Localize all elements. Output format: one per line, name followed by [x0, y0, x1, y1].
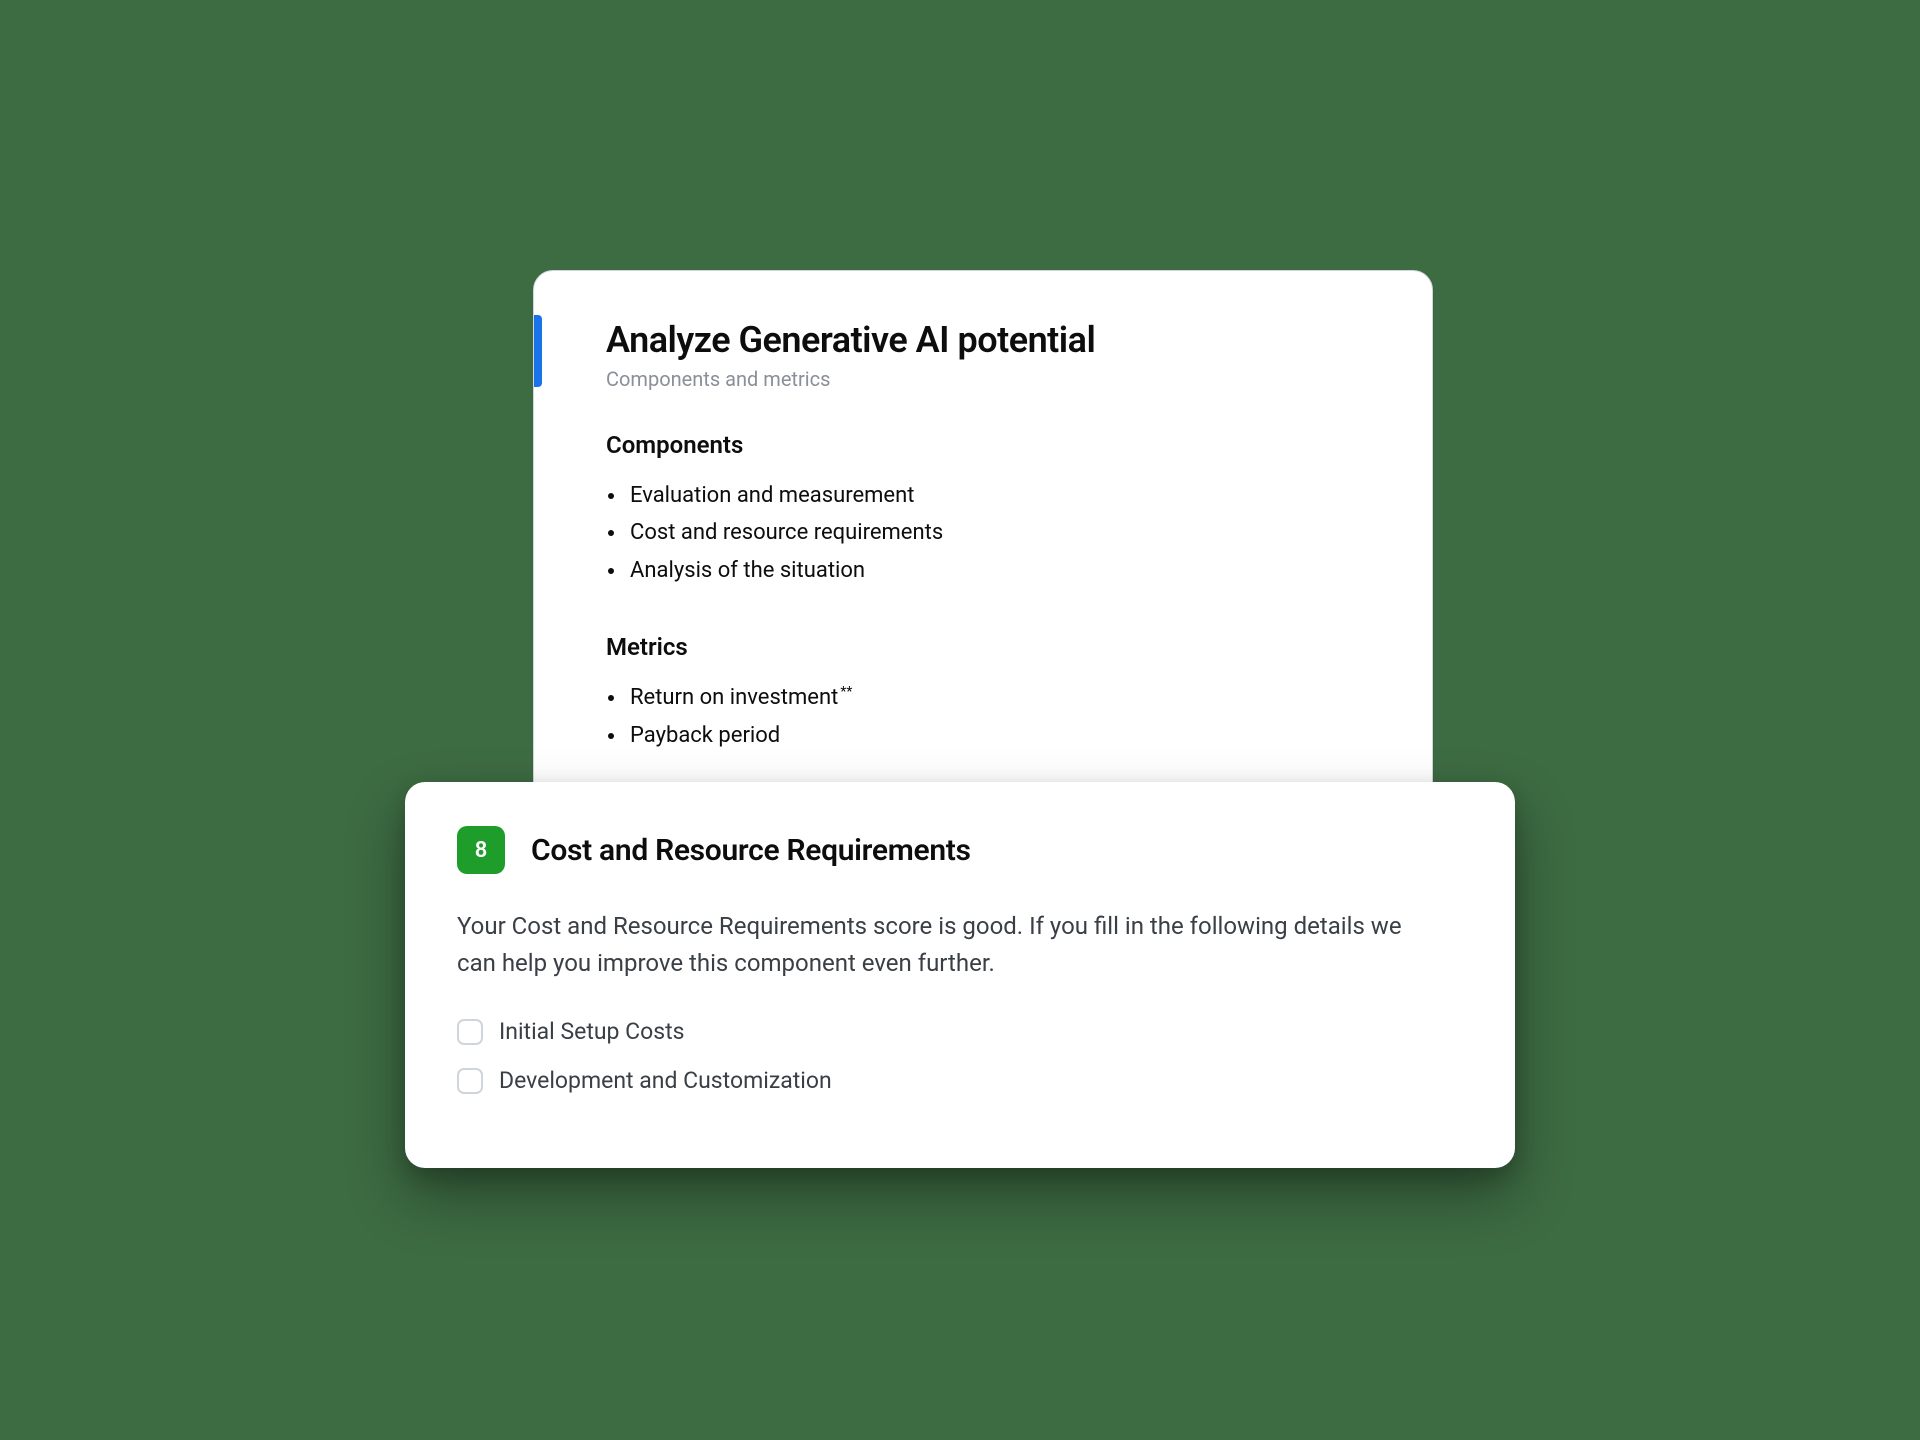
checkbox-initial-setup[interactable]: [457, 1019, 483, 1045]
list-item: Evaluation and measurement: [630, 477, 1372, 514]
detail-title: Cost and Resource Requirements: [531, 833, 971, 868]
check-row: Initial Setup Costs: [457, 1018, 1463, 1045]
components-heading: Components: [606, 431, 1372, 459]
metrics-heading: Metrics: [606, 633, 1372, 661]
check-label: Initial Setup Costs: [499, 1018, 685, 1045]
asterisk-icon: **: [840, 684, 852, 700]
metrics-list: Return on investment** Payback period: [606, 679, 1372, 754]
check-label: Development and Customization: [499, 1067, 832, 1094]
detail-body: Your Cost and Resource Requirements scor…: [457, 908, 1417, 982]
list-item: Analysis of the situation: [630, 552, 1372, 589]
components-list: Evaluation and measurement Cost and reso…: [606, 477, 1372, 589]
score-badge: 8: [457, 826, 505, 874]
list-item: Cost and resource requirements: [630, 514, 1372, 551]
list-item: Return on investment**: [630, 679, 1372, 716]
accent-bar: [534, 315, 542, 387]
checkbox-development[interactable]: [457, 1068, 483, 1094]
card-subtitle: Components and metrics: [606, 367, 1372, 391]
card-title: Analyze Generative AI potential: [606, 319, 1372, 361]
check-row: Development and Customization: [457, 1067, 1463, 1094]
score-detail-card: 8 Cost and Resource Requirements Your Co…: [405, 782, 1515, 1168]
list-item: Payback period: [630, 717, 1372, 754]
